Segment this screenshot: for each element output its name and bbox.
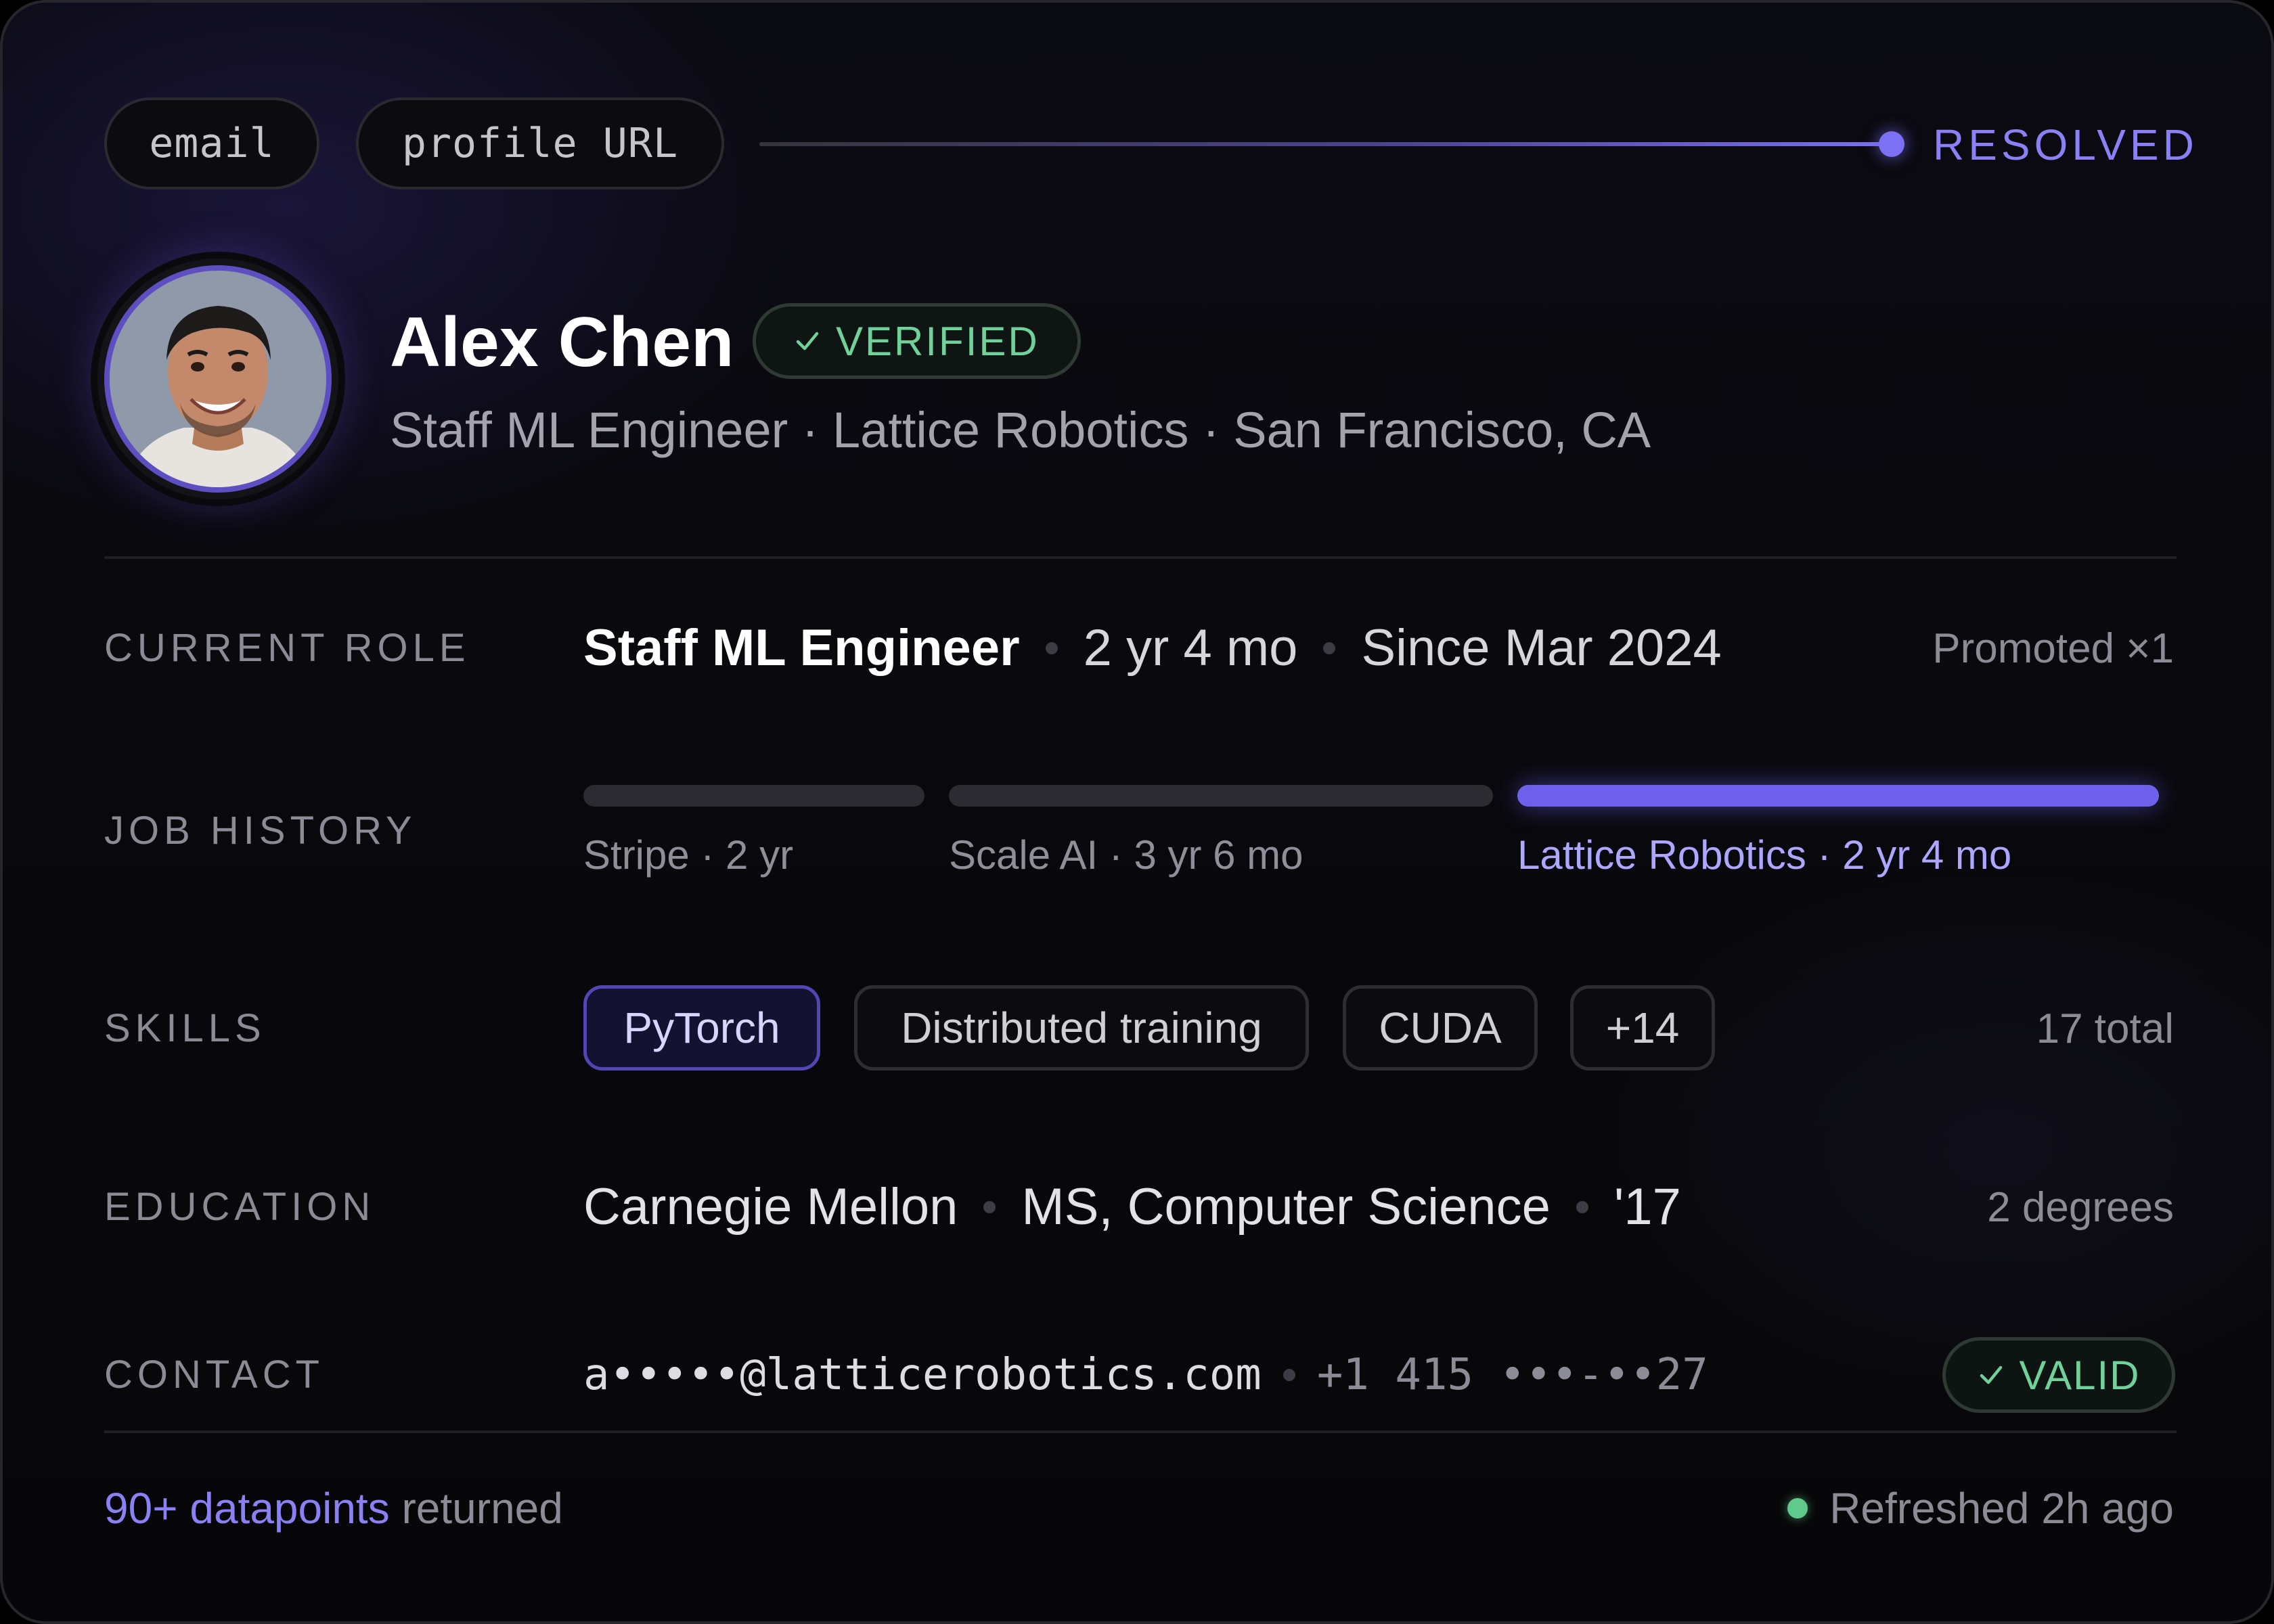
contact-email[interactable]: a•••••@latticerobotics.com xyxy=(583,1343,1262,1407)
skill-chip-more[interactable]: +14 xyxy=(1570,985,1715,1070)
input-chip-email[interactable]: email xyxy=(104,97,319,189)
job-bar-stripe[interactable] xyxy=(583,785,924,807)
profile-name: Alex Chen xyxy=(390,303,734,382)
footer-divider xyxy=(104,1430,2177,1433)
job-label-stripe: Stripe · 2 yr xyxy=(583,832,794,878)
avatar-ring xyxy=(91,252,345,506)
check-icon xyxy=(1980,1366,2002,1384)
contact-phone[interactable]: +1 415 •••-••27 xyxy=(1317,1343,1708,1407)
datapoints-count: 90+ datapoints xyxy=(104,1484,390,1533)
job-bar-scale-ai[interactable] xyxy=(949,785,1493,807)
education-degree-count: 2 degrees xyxy=(1987,1184,2174,1231)
skill-chip-pytorch[interactable]: PyTorch xyxy=(583,985,820,1070)
verified-badge: VERIFIED xyxy=(753,303,1081,379)
current-role-label: CURRENT ROLE xyxy=(104,626,470,670)
current-role-since: Since Mar 2024 xyxy=(1361,619,1722,677)
avatar xyxy=(104,265,332,493)
enrichment-card: email profile URL RESOLVED Alex Chen VER… xyxy=(0,0,2274,1624)
education-line: Carnegie Mellon MS, Computer Science '17 xyxy=(583,1175,1681,1240)
education-year: '17 xyxy=(1613,1178,1681,1236)
refresh-status: Refreshed 2h ago xyxy=(1787,1479,2174,1537)
skills-total: 17 total xyxy=(2036,1006,2174,1052)
refreshed-label: Refreshed 2h ago xyxy=(1829,1484,2174,1533)
education-school: Carnegie Mellon xyxy=(583,1178,958,1236)
resolution-track xyxy=(759,142,1891,146)
contact-line: a•••••@latticerobotics.com +1 415 •••-••… xyxy=(583,1343,1708,1407)
skill-chip-cuda[interactable]: CUDA xyxy=(1343,985,1538,1070)
status-dot-icon xyxy=(1787,1498,1808,1518)
separator-dot xyxy=(1283,1369,1295,1381)
resolved-status: RESOLVED xyxy=(1933,120,2198,169)
job-label-lattice-robotics: Lattice Robotics · 2 yr 4 mo xyxy=(1517,832,2012,878)
separator-dot xyxy=(983,1201,996,1213)
skills-label: SKILLS xyxy=(104,1006,266,1050)
education-degree: MS, Computer Science xyxy=(1021,1178,1551,1236)
skill-chip-distributed-training[interactable]: Distributed training xyxy=(854,985,1309,1070)
resolution-dot xyxy=(1879,131,1904,157)
header-divider xyxy=(104,556,2177,559)
separator-dot xyxy=(1576,1201,1588,1213)
contact-label: CONTACT xyxy=(104,1353,325,1397)
separator-dot xyxy=(1323,642,1336,654)
job-bar-lattice-robotics[interactable] xyxy=(1517,785,2159,807)
datapoints-summary: 90+ datapoints returned xyxy=(104,1479,563,1537)
verified-label: VERIFIED xyxy=(836,318,1040,364)
promotion-count: Promoted ×1 xyxy=(1932,625,2174,672)
input-chip-profile-url[interactable]: profile URL xyxy=(356,97,724,189)
valid-label: VALID xyxy=(2019,1352,2141,1398)
job-label-scale-ai: Scale AI · 3 yr 6 mo xyxy=(949,832,1303,878)
current-role-title: Staff ML Engineer xyxy=(583,619,1020,677)
profile-subtitle: Staff ML Engineer · Lattice Robotics · S… xyxy=(390,402,1651,458)
avatar-portrait-icon xyxy=(110,271,326,487)
current-role-line: Staff ML Engineer 2 yr 4 mo Since Mar 20… xyxy=(583,616,1722,681)
education-label: EDUCATION xyxy=(104,1185,376,1229)
valid-badge: VALID xyxy=(1942,1337,2175,1413)
job-history-label: JOB HISTORY xyxy=(104,809,417,853)
current-role-tenure: 2 yr 4 mo xyxy=(1083,619,1298,677)
datapoints-returned: returned xyxy=(389,1484,563,1533)
check-icon xyxy=(796,332,819,351)
separator-dot xyxy=(1045,642,1058,654)
